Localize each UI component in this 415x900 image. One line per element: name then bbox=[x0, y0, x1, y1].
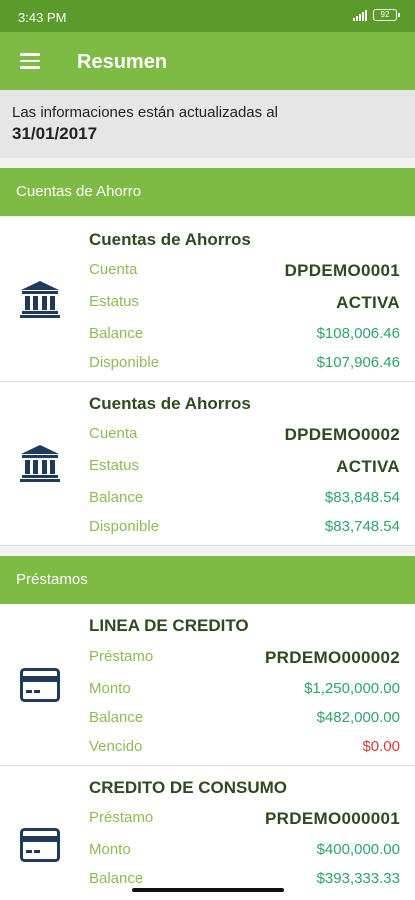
savings-account-card[interactable]: Cuentas de Ahorros Cuenta DPDEMO0002 Est… bbox=[0, 382, 415, 546]
account-available: $107,906.46 bbox=[316, 354, 400, 371]
app-bar: Resumen bbox=[0, 32, 415, 90]
loan-card[interactable]: CREDITO DE CONSUMO Préstamo PRDEMO000001… bbox=[0, 766, 415, 900]
hamburger-menu-icon[interactable] bbox=[20, 53, 40, 69]
loan-overdue-row: Vencido $0.00 bbox=[89, 738, 400, 760]
page-title: Resumen bbox=[77, 51, 168, 73]
signal-icon bbox=[353, 9, 367, 21]
balance-label: Balance bbox=[89, 709, 144, 726]
bank-icon bbox=[20, 445, 60, 482]
loan-overdue: $0.00 bbox=[362, 738, 400, 755]
loan-balance-row: Balance $482,000.00 bbox=[89, 709, 400, 731]
loan-balance: $482,000.00 bbox=[316, 709, 400, 726]
update-info-banner: Las informaciones están actualizadas al … bbox=[0, 90, 415, 158]
loan-amount-row: Monto $400,000.00 bbox=[89, 841, 400, 863]
status-label: Estatus bbox=[89, 457, 140, 474]
balance-label: Balance bbox=[89, 489, 144, 506]
account-status: ACTIVA bbox=[336, 457, 400, 476]
account-number: DPDEMO0002 bbox=[284, 425, 400, 444]
loan-number-row: Préstamo PRDEMO000001 bbox=[89, 809, 400, 831]
battery-icon: 92 bbox=[373, 9, 400, 21]
account-label: Cuenta bbox=[89, 261, 138, 278]
battery-level: 92 bbox=[380, 10, 390, 19]
loan-label: Préstamo bbox=[89, 809, 154, 826]
account-status-row: Estatus ACTIVA bbox=[89, 293, 400, 315]
account-balance: $83,848.54 bbox=[324, 489, 400, 506]
overdue-label: Vencido bbox=[89, 738, 143, 755]
loan-balance: $393,333.33 bbox=[316, 870, 400, 887]
gesture-nav-bar[interactable] bbox=[132, 888, 284, 892]
savings-account-card[interactable]: Cuentas de Ahorros Cuenta DPDEMO0001 Est… bbox=[0, 218, 415, 382]
status-time: 3:43 PM bbox=[18, 10, 67, 25]
account-number-row: Cuenta DPDEMO0001 bbox=[89, 261, 400, 283]
account-balance-row: Balance $83,848.54 bbox=[89, 489, 400, 511]
account-label: Cuenta bbox=[89, 425, 138, 442]
loan-title: CREDITO DE CONSUMO bbox=[89, 778, 288, 797]
loan-label: Préstamo bbox=[89, 648, 154, 665]
account-status-row: Estatus ACTIVA bbox=[89, 457, 400, 479]
account-balance-row: Balance $108,006.46 bbox=[89, 325, 400, 347]
account-title: Cuentas de Ahorros bbox=[89, 230, 251, 249]
loan-title: LINEA DE CREDITO bbox=[89, 616, 249, 635]
amount-label: Monto bbox=[89, 680, 131, 697]
update-date: 31/01/2017 bbox=[12, 124, 98, 143]
account-available: $83,748.54 bbox=[324, 518, 400, 535]
account-number-row: Cuenta DPDEMO0002 bbox=[89, 425, 400, 447]
bank-icon bbox=[20, 281, 60, 318]
credit-card-icon bbox=[20, 828, 60, 862]
account-available-row: Disponible $83,748.54 bbox=[89, 518, 400, 540]
status-bar: 3:43 PM 92 bbox=[0, 0, 415, 32]
loan-amount: $400,000.00 bbox=[316, 841, 400, 858]
balance-label: Balance bbox=[89, 325, 144, 342]
credit-card-icon bbox=[20, 668, 60, 702]
loan-card[interactable]: LINEA DE CREDITO Préstamo PRDEMO000002 M… bbox=[0, 604, 415, 766]
update-info-text: Las informaciones están actualizadas al bbox=[12, 104, 278, 121]
section-header-savings: Cuentas de Ahorro bbox=[0, 168, 415, 216]
account-balance: $108,006.46 bbox=[316, 325, 400, 342]
loan-amount-row: Monto $1,250,000.00 bbox=[89, 680, 400, 702]
system-icons: 92 bbox=[353, 9, 400, 21]
loan-number: PRDEMO000002 bbox=[265, 648, 400, 667]
balance-label: Balance bbox=[89, 870, 144, 887]
section-header-loans: Préstamos bbox=[0, 556, 415, 604]
loan-number: PRDEMO000001 bbox=[265, 809, 400, 828]
amount-label: Monto bbox=[89, 841, 131, 858]
account-number: DPDEMO0001 bbox=[284, 261, 400, 280]
available-label: Disponible bbox=[89, 518, 160, 535]
status-label: Estatus bbox=[89, 293, 140, 310]
account-available-row: Disponible $107,906.46 bbox=[89, 354, 400, 376]
account-status: ACTIVA bbox=[336, 293, 400, 312]
loan-number-row: Préstamo PRDEMO000002 bbox=[89, 648, 400, 670]
available-label: Disponible bbox=[89, 354, 160, 371]
account-title: Cuentas de Ahorros bbox=[89, 394, 251, 413]
loan-amount: $1,250,000.00 bbox=[304, 680, 400, 697]
